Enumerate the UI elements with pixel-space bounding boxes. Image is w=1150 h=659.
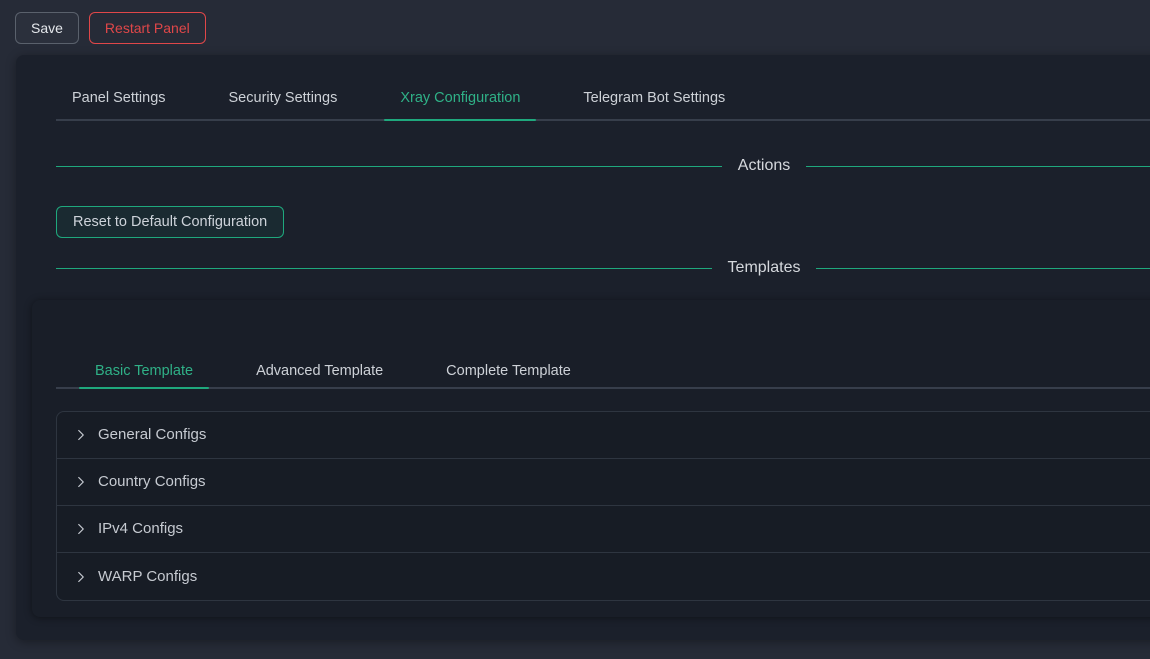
tab-security-settings[interactable]: Security Settings (213, 71, 354, 119)
template-tabs: Basic Template Advanced Template Complet… (56, 348, 1150, 389)
divider-line (56, 166, 722, 167)
divider-line (816, 268, 1150, 269)
chevron-right-icon (75, 476, 87, 488)
tab-telegram-bot-settings[interactable]: Telegram Bot Settings (567, 71, 741, 119)
restart-panel-button[interactable]: Restart Panel (89, 12, 206, 44)
templates-divider: Templates (56, 257, 1150, 279)
templates-card: Basic Template Advanced Template Complet… (32, 300, 1150, 617)
reset-to-default-button[interactable]: Reset to Default Configuration (56, 206, 284, 238)
chevron-right-icon (75, 523, 87, 535)
accordion-item-label: IPv4 Configs (98, 518, 183, 540)
accordion-item-ipv4-configs[interactable]: IPv4 Configs (57, 506, 1150, 553)
accordion-item-country-configs[interactable]: Country Configs (57, 459, 1150, 506)
chevron-right-icon (75, 571, 87, 583)
accordion-item-label: WARP Configs (98, 566, 197, 588)
actions-divider: Actions (56, 155, 1150, 177)
topbar: Save Restart Panel (0, 0, 1150, 55)
actions-section-title: Actions (722, 157, 806, 175)
template-accordion: General Configs Country Configs IPv4 Con… (56, 411, 1150, 601)
tab-xray-configuration[interactable]: Xray Configuration (384, 71, 536, 119)
settings-card: Panel Settings Security Settings Xray Co… (16, 55, 1150, 640)
tab-panel-settings[interactable]: Panel Settings (56, 71, 182, 119)
tab-basic-template[interactable]: Basic Template (79, 348, 209, 387)
accordion-item-warp-configs[interactable]: WARP Configs (57, 553, 1150, 600)
settings-tabs: Panel Settings Security Settings Xray Co… (56, 71, 1150, 121)
tab-advanced-template[interactable]: Advanced Template (240, 348, 399, 387)
accordion-item-label: Country Configs (98, 471, 206, 493)
save-button[interactable]: Save (15, 12, 79, 44)
accordion-item-general-configs[interactable]: General Configs (57, 412, 1150, 459)
templates-section-title: Templates (712, 259, 817, 277)
divider-line (806, 166, 1150, 167)
accordion-item-label: General Configs (98, 424, 206, 446)
chevron-right-icon (75, 429, 87, 441)
divider-line (56, 268, 712, 269)
tab-complete-template[interactable]: Complete Template (430, 348, 587, 387)
